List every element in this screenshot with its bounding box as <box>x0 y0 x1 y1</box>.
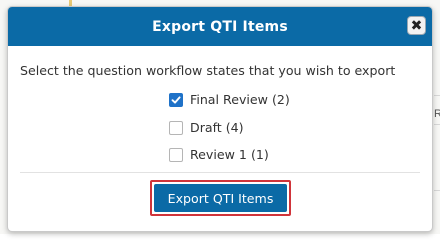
final-review-label: Final Review (2) <box>190 92 290 107</box>
option-final-review[interactable]: Final Review (2) <box>169 92 290 107</box>
checkmark-icon <box>171 95 181 104</box>
review-1-checkbox[interactable] <box>169 147 183 162</box>
option-draft[interactable]: Draft (4) <box>169 120 244 135</box>
close-icon: ✖ <box>410 17 423 34</box>
final-review-checkbox[interactable] <box>169 92 183 107</box>
option-review-1[interactable]: Review 1 (1) <box>169 147 269 162</box>
export-dialog: Export QTI Items ✖ Select the question w… <box>7 6 433 232</box>
dialog-prompt: Select the question workflow states that… <box>20 63 396 78</box>
draft-label: Draft (4) <box>190 120 244 135</box>
background-divider <box>434 95 440 96</box>
close-button[interactable]: ✖ <box>407 16 426 35</box>
dialog-divider <box>20 172 420 173</box>
draft-checkbox[interactable] <box>169 120 183 135</box>
dialog-titlebar: Export QTI Items ✖ <box>8 7 432 46</box>
export-qti-items-button[interactable]: Export QTI Items <box>154 184 287 212</box>
background-divider <box>434 124 440 125</box>
background-divider <box>434 190 440 191</box>
background-partial-text: R <box>434 108 440 120</box>
review-1-label: Review 1 (1) <box>190 147 269 162</box>
export-button-highlight: Export QTI Items <box>150 180 291 216</box>
dialog-title: Export QTI Items <box>152 18 288 35</box>
